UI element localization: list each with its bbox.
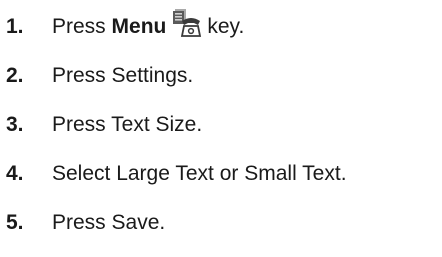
step-text: Press Menu key. bbox=[52, 8, 245, 39]
menu-key-label: Menu bbox=[111, 15, 167, 38]
step-number: 3. bbox=[6, 113, 24, 136]
step-2: 2. Press Settings. bbox=[6, 63, 440, 88]
step-number: 1. bbox=[6, 15, 24, 38]
step-number: 4. bbox=[6, 162, 24, 185]
step-text: Select Large Text or Small Text. bbox=[52, 162, 347, 185]
step-number: 2. bbox=[6, 64, 24, 87]
step-1: 1. Press Menu key. bbox=[6, 8, 440, 39]
menu-key-icon bbox=[172, 8, 202, 38]
step-3: 3. Press Text Size. bbox=[6, 112, 440, 137]
step-text: Press Save. bbox=[52, 211, 166, 234]
step-number: 5. bbox=[6, 211, 24, 234]
step-text: Press Settings. bbox=[52, 64, 194, 87]
step-text-suffix: key. bbox=[207, 15, 245, 38]
step-text-prefix: Press bbox=[52, 15, 112, 38]
step-5: 5. Press Save. bbox=[6, 210, 440, 235]
instruction-steps: 1. Press Menu key. 2. Press Settings. 3.… bbox=[6, 8, 440, 235]
step-text: Press Text Size. bbox=[52, 113, 203, 136]
step-4: 4. Select Large Text or Small Text. bbox=[6, 161, 440, 186]
